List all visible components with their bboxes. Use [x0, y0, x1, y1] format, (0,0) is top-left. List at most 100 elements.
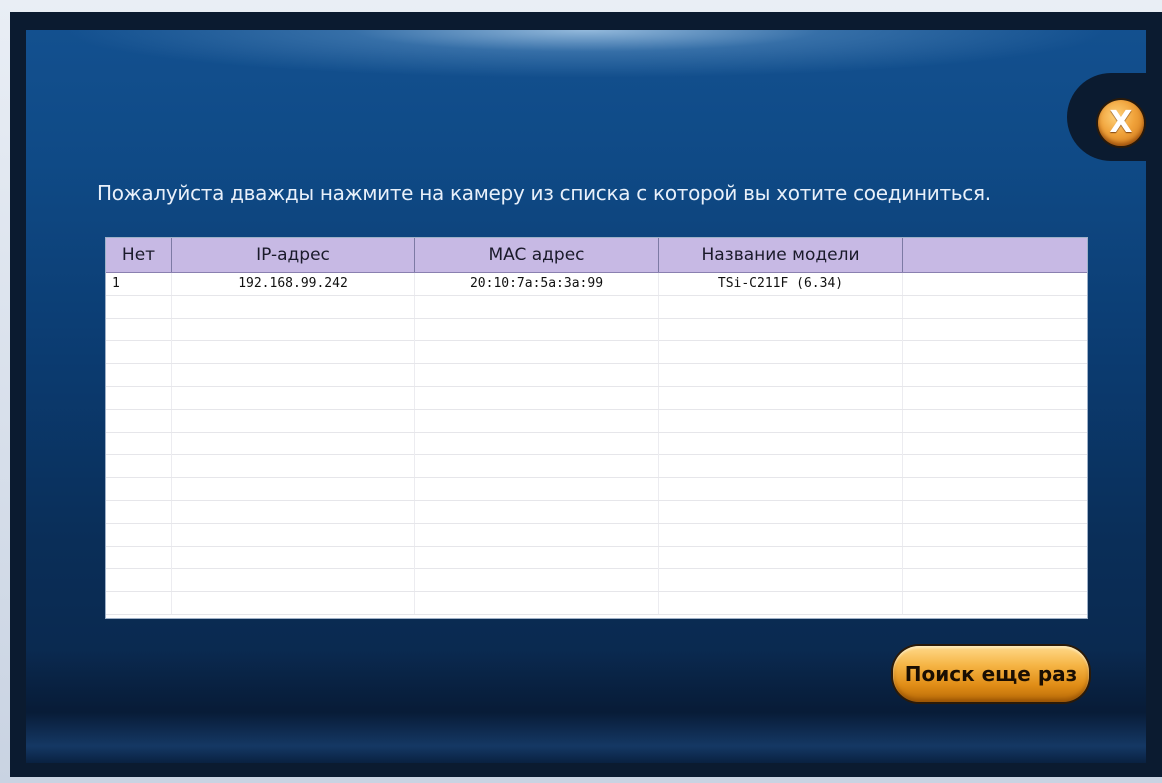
table-cell-empty: [172, 569, 415, 592]
table-cell-empty: [172, 318, 415, 341]
table-row-empty[interactable]: [106, 592, 1087, 615]
table-row-empty[interactable]: [106, 318, 1087, 342]
cell-number: 1: [106, 273, 172, 295]
table-cell-empty: [415, 455, 659, 478]
table-cell-empty: [106, 569, 172, 592]
table-cell-empty: [415, 432, 659, 455]
table-cell-empty: [659, 569, 903, 592]
table-cell-empty: [106, 478, 172, 501]
column-header-ip[interactable]: IP-адрес: [172, 238, 415, 272]
table-cell-empty: [659, 500, 903, 523]
table-cell-empty: [172, 432, 415, 455]
table-row-empty[interactable]: [106, 569, 1087, 593]
table-cell-empty: [415, 500, 659, 523]
cell-model: TSi-C211F (6.34): [659, 273, 903, 295]
instruction-text: Пожалуйста дважды нажмите на камеру из с…: [97, 181, 991, 205]
table-body: 1 192.168.99.242 20:10:7a:5a:3a:99 TSi-C…: [106, 273, 1087, 615]
table-cell-empty: [903, 387, 1087, 409]
table-cell-empty: [659, 523, 903, 546]
table-cell-empty: [415, 523, 659, 546]
table-cell-empty: [903, 478, 1087, 500]
table-cell-empty: [415, 409, 659, 432]
close-icon: X: [1109, 105, 1133, 140]
cell-mac: 20:10:7a:5a:3a:99: [415, 273, 659, 295]
table-cell-empty: [659, 295, 903, 318]
table-cell-empty: [172, 295, 415, 318]
device-table[interactable]: Нет IP-адрес MAC адрес Название модели 1…: [105, 237, 1088, 619]
table-cell-empty: [106, 455, 172, 478]
table-cell-empty: [106, 364, 172, 387]
close-button[interactable]: X: [1098, 100, 1144, 146]
table-cell-empty: [903, 410, 1087, 432]
table-cell-empty: [903, 592, 1087, 614]
table-cell-empty: [659, 478, 903, 501]
table-row[interactable]: 1 192.168.99.242 20:10:7a:5a:3a:99 TSi-C…: [106, 273, 1087, 296]
table-row-empty[interactable]: [106, 500, 1087, 524]
table-cell-empty: [659, 318, 903, 341]
table-cell-empty: [172, 409, 415, 432]
table-row-empty[interactable]: [106, 295, 1087, 319]
table-cell-empty: [172, 592, 415, 615]
table-row-empty[interactable]: [106, 386, 1087, 410]
table-cell-empty: [172, 364, 415, 387]
column-header-mac[interactable]: MAC адрес: [415, 238, 659, 272]
table-cell-empty: [415, 569, 659, 592]
column-header-extra[interactable]: [903, 238, 1087, 272]
search-again-label: Поиск еще раз: [904, 662, 1078, 686]
table-cell-empty: [659, 546, 903, 569]
table-row-empty[interactable]: [106, 432, 1087, 456]
table-row-empty[interactable]: [106, 478, 1087, 501]
table-cell-empty: [106, 341, 172, 364]
table-cell-empty: [903, 455, 1087, 477]
column-header-number[interactable]: Нет: [106, 238, 172, 272]
table-cell-empty: [903, 319, 1087, 341]
table-cell-empty: [172, 455, 415, 478]
table-cell-empty: [415, 364, 659, 387]
cell-extra: [903, 273, 1087, 295]
table-cell-empty: [415, 318, 659, 341]
table-cell-empty: [903, 547, 1087, 569]
table-cell-empty: [415, 478, 659, 501]
table-cell-empty: [172, 500, 415, 523]
app-window: X Пожалуйста дважды нажмите на камеру из…: [0, 0, 1162, 783]
table-cell-empty: [903, 524, 1087, 546]
table-cell-empty: [903, 364, 1087, 386]
table-cell-empty: [415, 592, 659, 615]
table-cell-empty: [659, 432, 903, 455]
table-cell-empty: [106, 523, 172, 546]
table-cell-empty: [903, 341, 1087, 363]
table-cell-empty: [659, 455, 903, 478]
table-cell-empty: [106, 409, 172, 432]
table-cell-empty: [415, 546, 659, 569]
table-cell-empty: [903, 296, 1087, 318]
table-cell-empty: [172, 386, 415, 409]
table-cell-empty: [172, 478, 415, 501]
table-cell-empty: [659, 341, 903, 364]
table-cell-empty: [106, 546, 172, 569]
table-cell-empty: [172, 341, 415, 364]
search-again-button[interactable]: Поиск еще раз: [893, 646, 1089, 702]
table-row-empty[interactable]: [106, 341, 1087, 365]
table-cell-empty: [415, 295, 659, 318]
table-cell-empty: [659, 592, 903, 615]
table-cell-empty: [172, 546, 415, 569]
table-cell-empty: [659, 386, 903, 409]
table-row-empty[interactable]: [106, 409, 1087, 433]
table-cell-empty: [106, 432, 172, 455]
table-cell-empty: [106, 500, 172, 523]
table-row-empty[interactable]: [106, 364, 1087, 387]
column-header-model[interactable]: Название модели: [659, 238, 903, 272]
table-cell-empty: [659, 409, 903, 432]
table-cell-empty: [106, 592, 172, 615]
cell-ip: 192.168.99.242: [172, 273, 415, 295]
table-row-empty[interactable]: [106, 455, 1087, 479]
table-cell-empty: [659, 364, 903, 387]
table-cell-empty: [106, 386, 172, 409]
table-cell-empty: [172, 523, 415, 546]
table-cell-empty: [415, 386, 659, 409]
table-cell-empty: [903, 569, 1087, 591]
table-cell-empty: [106, 318, 172, 341]
table-header: Нет IP-адрес MAC адрес Название модели: [106, 238, 1087, 273]
table-row-empty[interactable]: [106, 523, 1087, 547]
table-row-empty[interactable]: [106, 546, 1087, 570]
